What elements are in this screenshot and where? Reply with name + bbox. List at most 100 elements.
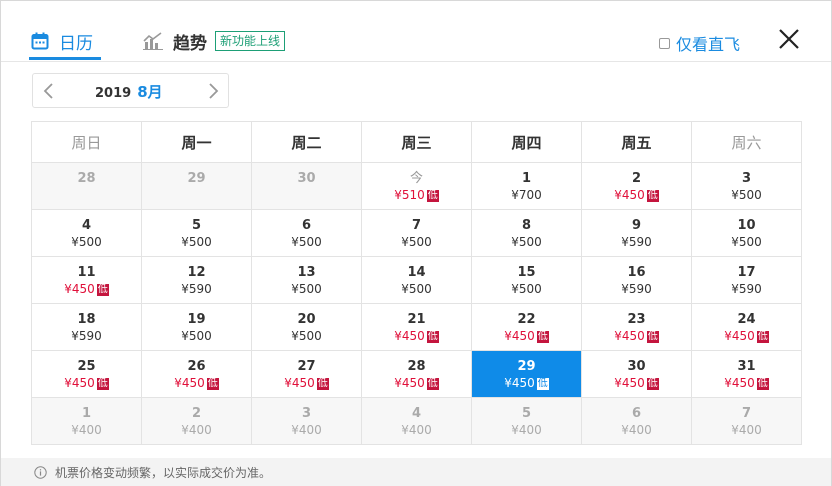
calendar-day-cell[interactable]: 6 ¥500 — [251, 209, 362, 257]
new-feature-badge: 新功能上线 — [215, 31, 286, 51]
calendar-day-cell[interactable]: 4 ¥400 — [361, 397, 472, 445]
calendar-day-cell[interactable]: 15 ¥500 — [471, 256, 582, 304]
calendar-day-cell[interactable]: 8 ¥500 — [471, 209, 582, 257]
day-price: ¥500 — [362, 235, 471, 250]
direct-only-checkbox[interactable] — [659, 37, 670, 49]
calendar-day-cell[interactable]: 1 ¥400 — [31, 397, 142, 445]
day-price: ¥590 — [582, 235, 691, 250]
low-price-tag: 低 — [756, 378, 769, 390]
low-price-tag: 低 — [426, 190, 439, 202]
day-price: ¥450 低 — [252, 376, 361, 391]
close-button[interactable] — [777, 27, 801, 51]
calendar-day-cell[interactable]: 13 ¥500 — [251, 256, 362, 304]
calendar-day-cell[interactable]: 7 ¥400 — [691, 397, 802, 445]
day-number: 22 — [517, 312, 536, 327]
calendar-day-cell[interactable]: 2 ¥450 低 — [581, 162, 692, 210]
low-price-tag: 低 — [646, 190, 659, 202]
price-value: ¥400 — [511, 423, 542, 437]
low-price-tag: 低 — [646, 331, 659, 343]
trend-chart-icon — [143, 32, 163, 50]
calendar-day-cell[interactable]: 26 ¥450 低 — [141, 350, 252, 398]
day-number: 29 — [517, 359, 536, 374]
calendar-day-cell[interactable]: 11 ¥450 低 — [31, 256, 142, 304]
calendar-day-cell[interactable]: 20 ¥500 — [251, 303, 362, 351]
dialog-header: 日历 趋势 新功能上线 仅看直飞 — [1, 1, 831, 62]
tab-calendar[interactable]: 日历 — [31, 27, 93, 55]
day-number: 28 — [77, 171, 96, 186]
price-value: ¥400 — [291, 423, 322, 437]
calendar-day-cell[interactable]: 24 ¥450 低 — [691, 303, 802, 351]
calendar-day-cell[interactable]: 17 ¥590 — [691, 256, 802, 304]
low-price-tag: 低 — [646, 378, 659, 390]
day-price: ¥590 — [692, 282, 801, 297]
calendar-day-cell[interactable]: 6 ¥400 — [581, 397, 692, 445]
chevron-left-icon — [43, 83, 53, 99]
calendar-day-cell[interactable]: 1 ¥700 — [471, 162, 582, 210]
day-price: ¥450 低 — [362, 376, 471, 391]
calendar-day-cell[interactable]: 29 — [141, 162, 252, 210]
calendar-day-cell[interactable]: 21 ¥450 低 — [361, 303, 472, 351]
day-number: 26 — [187, 359, 206, 374]
day-number: 15 — [517, 265, 536, 280]
calendar-day-cell[interactable]: 12 ¥590 — [141, 256, 252, 304]
day-price: ¥450 低 — [32, 282, 141, 297]
calendar-day-cell[interactable]: 3 ¥500 — [691, 162, 802, 210]
calendar-day-cell[interactable]: 4 ¥500 — [31, 209, 142, 257]
calendar-day-cell[interactable]: 2 ¥400 — [141, 397, 252, 445]
calendar-day-cell[interactable]: 27 ¥450 低 — [251, 350, 362, 398]
price-value: ¥450 — [724, 329, 755, 343]
calendar-day-cell[interactable]: 5 ¥500 — [141, 209, 252, 257]
calendar-day-cell[interactable]: 9 ¥590 — [581, 209, 692, 257]
calendar-day-cell[interactable]: 10 ¥500 — [691, 209, 802, 257]
calendar-day-cell[interactable]: 18 ¥590 — [31, 303, 142, 351]
day-number: 2 — [191, 406, 202, 421]
day-number: 30 — [627, 359, 646, 374]
day-price: ¥500 — [32, 235, 141, 250]
day-number: 28 — [407, 359, 426, 374]
day-number: 5 — [521, 406, 532, 421]
calendar-day-cell[interactable]: 30 — [251, 162, 362, 210]
calendar-day-cell[interactable]: 19 ¥500 — [141, 303, 252, 351]
next-month-button[interactable] — [205, 82, 221, 100]
day-number: 2 — [631, 171, 642, 186]
direct-only-label: 仅看直飞 — [676, 35, 741, 54]
price-value: ¥500 — [511, 235, 542, 249]
direct-only-toggle[interactable]: 仅看直飞 — [659, 31, 740, 55]
day-price: ¥400 — [362, 423, 471, 438]
calendar-day-cell[interactable]: 31 ¥450 低 — [691, 350, 802, 398]
day-number: 9 — [631, 218, 642, 233]
tab-trend-label: 趋势 — [173, 33, 207, 54]
calendar-day-cell[interactable]: 3 ¥400 — [251, 397, 362, 445]
price-value: ¥500 — [731, 235, 762, 249]
day-price: ¥700 — [472, 188, 581, 203]
weekday-header: 周四 — [471, 121, 582, 163]
calendar-day-cell[interactable]: 28 ¥450 低 — [361, 350, 472, 398]
prev-month-button[interactable] — [41, 82, 57, 100]
calendar-day-cell[interactable]: 7 ¥500 — [361, 209, 472, 257]
calendar-day-cell[interactable]: 28 — [31, 162, 142, 210]
calendar-day-cell[interactable]: 22 ¥450 低 — [471, 303, 582, 351]
calendar-day-cell[interactable]: 23 ¥450 低 — [581, 303, 692, 351]
calendar-day-cell[interactable]: 25 ¥450 低 — [31, 350, 142, 398]
day-number: 今 — [409, 171, 423, 186]
calendar-day-cell[interactable]: 今 ¥510 低 — [361, 162, 472, 210]
tab-trend[interactable]: 趋势 新功能上线 — [143, 27, 286, 55]
day-number: 16 — [627, 265, 646, 280]
calendar-day-cell[interactable]: 14 ¥500 — [361, 256, 472, 304]
footer-notice-bar: 机票价格变动频繁，以实际成交价为准。 — [1, 458, 831, 486]
price-value: ¥450 — [174, 376, 205, 390]
low-price-tag: 低 — [206, 378, 219, 390]
calendar-day-cell[interactable]: 16 ¥590 — [581, 256, 692, 304]
price-value: ¥500 — [401, 282, 432, 296]
calendar-day-cell[interactable]: 5 ¥400 — [471, 397, 582, 445]
day-number: 19 — [187, 312, 206, 327]
price-value: ¥450 — [394, 376, 425, 390]
low-price-tag: 低 — [536, 378, 549, 390]
calendar-day-cell[interactable]: 30 ¥450 低 — [581, 350, 692, 398]
day-price: ¥500 — [362, 282, 471, 297]
low-price-tag: 低 — [96, 284, 109, 296]
calendar-day-cell[interactable]: 29 ¥450 低 — [471, 350, 582, 398]
day-number: 31 — [737, 359, 756, 374]
day-price: ¥510 低 — [362, 188, 471, 203]
day-price: ¥400 — [142, 423, 251, 438]
